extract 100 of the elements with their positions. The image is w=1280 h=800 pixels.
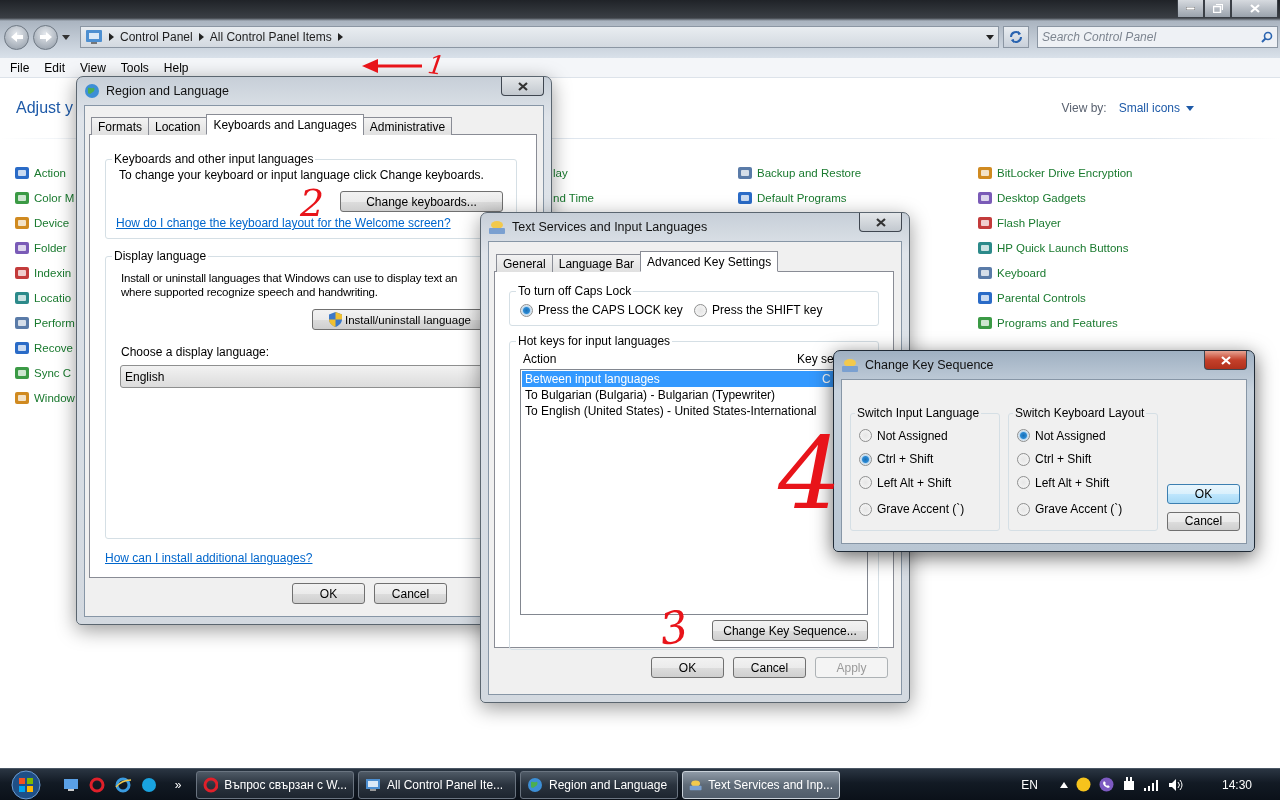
close-button[interactable] (1231, 0, 1278, 18)
description-line: Install or uninstall languages that Windows can use to display text an (121, 272, 458, 284)
radio-button[interactable] (859, 429, 872, 443)
close-button[interactable] (859, 213, 902, 232)
menu-item[interactable]: View (80, 60, 106, 75)
radio-option[interactable]: Ctrl + Shift (859, 447, 995, 472)
dialog-button[interactable]: OK (1167, 484, 1240, 504)
tab[interactable]: Formats (91, 117, 149, 135)
radio-button[interactable] (1017, 476, 1030, 490)
tab[interactable]: Location (148, 117, 208, 135)
breadcrumb-item[interactable]: Control Panel (120, 30, 193, 44)
settings-item-icon (977, 239, 993, 256)
restore-button[interactable] (1204, 0, 1231, 18)
radio-button[interactable] (859, 502, 872, 516)
settings-link[interactable]: Action (34, 166, 66, 179)
help-link[interactable]: How can I install additional languages? (105, 551, 313, 565)
radio-option[interactable]: Ctrl + Shift (1017, 447, 1153, 472)
view-mode-dropdown[interactable]: Small icons (1118, 101, 1194, 115)
chevron-right-icon (198, 33, 204, 41)
globe-icon (527, 776, 543, 793)
close-icon (1249, 4, 1260, 13)
settings-link[interactable]: Sync C (34, 366, 72, 379)
breadcrumb-item[interactable]: All Control Panel Items (209, 30, 332, 44)
refresh-button[interactable] (1003, 26, 1029, 48)
menu-item[interactable]: Tools (120, 60, 149, 75)
settings-link[interactable]: Programs and Features (997, 316, 1118, 329)
annotation-arrow (360, 58, 424, 74)
address-bar[interactable]: Control Panel All Control Panel Items (80, 26, 999, 48)
radio-option[interactable]: Press the CAPS LOCK key (520, 303, 694, 317)
settings-link[interactable]: Desktop Gadgets (997, 191, 1086, 204)
settings-link[interactable]: Device (34, 216, 70, 229)
radio-option[interactable]: Not Assigned (859, 424, 995, 448)
radio-option[interactable]: Grave Accent (`) (1017, 494, 1153, 524)
settings-item-icon (977, 264, 993, 281)
close-button[interactable] (501, 77, 544, 96)
dialog-button[interactable]: Cancel (1167, 511, 1240, 531)
radio-option[interactable]: Grave Accent (`) (859, 494, 995, 524)
settings-link[interactable]: nd Time (553, 191, 594, 204)
taskbar-button[interactable]: Text Services and Inp... (682, 770, 840, 799)
radio-button[interactable] (1017, 429, 1030, 443)
refresh-icon (1009, 30, 1023, 44)
taskbar-button[interactable]: Въпрос свързан с W... (196, 770, 354, 799)
change-key-sequence-button[interactable]: Change Key Sequence... (712, 620, 868, 641)
radio-button[interactable] (694, 303, 707, 317)
tab[interactable]: Advanced Key Settings (640, 251, 779, 272)
annotation-number: 1 (426, 51, 447, 79)
settings-item-icon (14, 389, 30, 406)
close-button[interactable] (1204, 351, 1247, 370)
language-indicator[interactable]: EN (1021, 777, 1038, 792)
settings-link[interactable]: Backup and Restore (757, 166, 862, 179)
dialog-button[interactable]: OK (651, 657, 724, 678)
settings-link[interactable]: Window (34, 391, 75, 404)
settings-link[interactable]: lay (553, 166, 568, 179)
radio-button[interactable] (1017, 452, 1030, 466)
menu-item[interactable]: Edit (44, 60, 66, 75)
forward-arrow-icon (39, 32, 52, 42)
search-field[interactable]: Search Control Panel (1037, 26, 1278, 48)
tab[interactable]: General (496, 254, 553, 272)
settings-link[interactable]: Flash Player (997, 216, 1061, 229)
taskbar-button[interactable]: Region and Language (520, 770, 678, 799)
settings-link[interactable]: Parental Controls (997, 291, 1086, 304)
search-input[interactable]: Search Control Panel (1042, 28, 1261, 46)
settings-link[interactable]: HP Quick Launch Buttons (997, 241, 1129, 254)
settings-link[interactable]: Indexin (34, 266, 72, 279)
radio-button[interactable] (859, 452, 872, 466)
settings-link[interactable]: Default Programs (757, 191, 847, 204)
dialog-button[interactable]: Cancel (733, 657, 806, 678)
annotation-number: 3 (657, 604, 691, 652)
settings-link[interactable]: BitLocker Drive Encryption (997, 166, 1133, 179)
settings-link[interactable]: Locatio (34, 291, 72, 304)
overflow-chevron[interactable]: » (164, 777, 192, 792)
radio-option[interactable]: Not Assigned (1017, 424, 1153, 448)
control-panel-icon (365, 776, 381, 793)
ring-icon (203, 776, 219, 793)
field-label: Choose a display language: (120, 345, 271, 359)
change-keyboards-button[interactable]: Change keyboards... (340, 191, 503, 212)
settings-link[interactable]: Keyboard (997, 266, 1047, 279)
radio-option[interactable]: Left Alt + Shift (1017, 471, 1153, 495)
radio-option[interactable]: Press the SHIFT key (694, 303, 868, 317)
menu-item[interactable]: Help (163, 60, 189, 75)
back-button[interactable] (4, 24, 29, 50)
forward-button[interactable] (33, 24, 58, 50)
settings-link[interactable]: Perform (34, 316, 75, 329)
tab[interactable]: Keyboards and Languages (206, 114, 364, 135)
settings-link[interactable]: Folder (34, 241, 67, 254)
menu-item[interactable]: File (10, 60, 30, 75)
tab[interactable]: Language Bar (551, 254, 642, 272)
settings-link[interactable]: Recove (34, 341, 73, 354)
settings-item-icon (737, 164, 753, 181)
dialog-button[interactable]: OK (292, 583, 365, 604)
radio-button[interactable] (859, 476, 872, 490)
radio-option[interactable]: Left Alt + Shift (859, 471, 995, 495)
description-line: where supported recognize speech and handwriting. (121, 286, 378, 298)
radio-button[interactable] (520, 303, 533, 317)
dialog-button[interactable]: Cancel (374, 583, 447, 604)
settings-link[interactable]: Color M (34, 191, 75, 204)
minimize-button[interactable] (1177, 0, 1204, 18)
radio-button[interactable] (1017, 502, 1030, 516)
tab[interactable]: Administrative (362, 117, 453, 135)
taskbar-button[interactable]: All Control Panel Ite... (358, 770, 516, 799)
